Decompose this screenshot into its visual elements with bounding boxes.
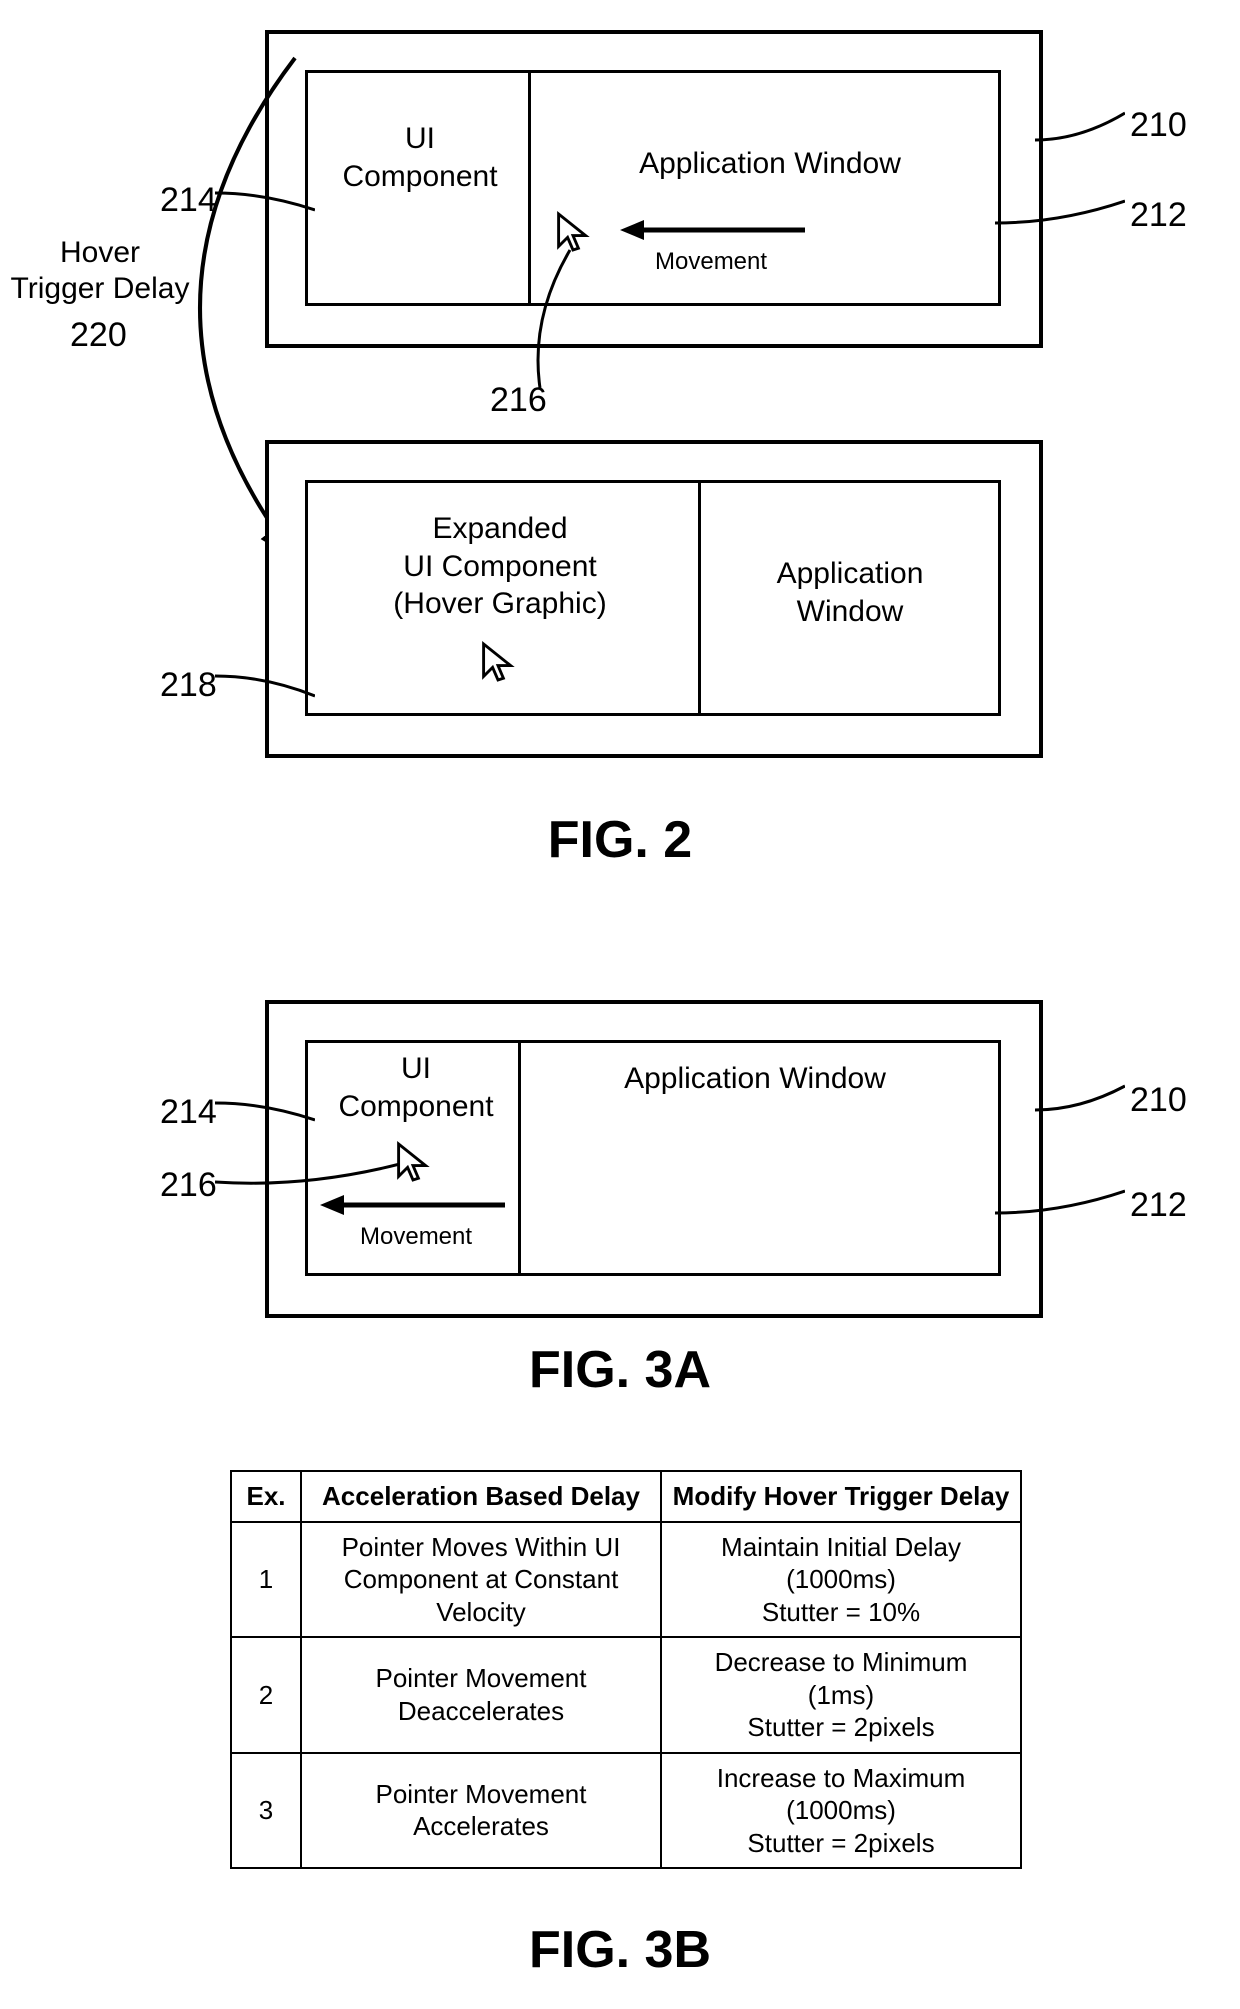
cell-modify: Increase to Maximum (1000ms) Stutter = 2…: [661, 1753, 1021, 1869]
fig3a-ui-ref: 214: [160, 1092, 217, 1133]
cursor-icon: [395, 1140, 431, 1184]
table-row: 2 Pointer Movement Deaccelerates Decreas…: [231, 1637, 1021, 1753]
cell-modify: Decrease to Minimum (1ms) Stutter = 2pix…: [661, 1637, 1021, 1753]
fig3b-caption: FIG. 3B: [0, 1920, 1240, 1980]
callout-line: [530, 248, 580, 388]
fig2-bottom-expanded-ref: 218: [160, 665, 217, 706]
table-row: 1 Pointer Moves Within UI Component at C…: [231, 1522, 1021, 1638]
callout-line: [995, 195, 1125, 230]
cursor-icon: [480, 640, 516, 684]
fig3a-outer-ref: 210: [1130, 1080, 1187, 1121]
fig2-bottom-expanded-label: Expanded UI Component (Hover Graphic): [320, 510, 680, 623]
cell-ex: 1: [231, 1522, 301, 1638]
fig2-top-app-window-label: Application Window: [570, 145, 970, 183]
cell-ex: 3: [231, 1753, 301, 1869]
callout-line: [215, 1095, 315, 1125]
fig2-top-movement-arrow: [620, 215, 810, 245]
fig3b-table-container: Ex. Acceleration Based Delay Modify Hove…: [230, 1470, 1022, 1869]
page-root: UI Component Application Window Movement…: [0, 0, 1240, 2009]
fig2-top-movement-label: Movement: [655, 248, 767, 276]
cell-accel: Pointer Moves Within UI Component at Con…: [301, 1522, 661, 1638]
col-header-ex: Ex.: [231, 1471, 301, 1522]
cell-accel: Pointer Movement Accelerates: [301, 1753, 661, 1869]
callout-line: [215, 1160, 400, 1190]
col-header-accel: Acceleration Based Delay: [301, 1471, 661, 1522]
hover-trigger-delay-ref: 220: [70, 315, 127, 356]
fig3a-movement-arrow: [320, 1190, 510, 1220]
fig3a-divider: [518, 1043, 521, 1273]
callout-line: [1035, 1080, 1125, 1115]
fig3a-cursor-ref: 216: [160, 1165, 217, 1206]
cell-modify: Maintain Initial Delay (1000ms) Stutter …: [661, 1522, 1021, 1638]
table-row: 3 Pointer Movement Accelerates Increase …: [231, 1753, 1021, 1869]
fig3a-inner-ref: 212: [1130, 1185, 1187, 1226]
fig2-bottom-divider: [698, 483, 701, 713]
fig2-caption: FIG. 2: [0, 810, 1240, 870]
col-header-modify: Modify Hover Trigger Delay: [661, 1471, 1021, 1522]
delay-table: Ex. Acceleration Based Delay Modify Hove…: [230, 1470, 1022, 1869]
callout-line: [215, 668, 315, 703]
fig3a-movement-label: Movement: [360, 1223, 472, 1251]
fig3a-ui-component-label: UI Component: [316, 1050, 516, 1125]
table-header-row: Ex. Acceleration Based Delay Modify Hove…: [231, 1471, 1021, 1522]
cell-ex: 2: [231, 1637, 301, 1753]
callout-line: [995, 1185, 1125, 1220]
cell-accel: Pointer Movement Deaccelerates: [301, 1637, 661, 1753]
fig3a-caption: FIG. 3A: [0, 1340, 1240, 1400]
fig2-top-inner-ref: 212: [1130, 195, 1187, 236]
fig2-bottom-app-window-label: Application Window: [720, 555, 980, 630]
callout-line: [1035, 105, 1125, 145]
fig3a-app-window-label: Application Window: [555, 1060, 955, 1098]
fig2-top-outer-ref: 210: [1130, 105, 1187, 146]
